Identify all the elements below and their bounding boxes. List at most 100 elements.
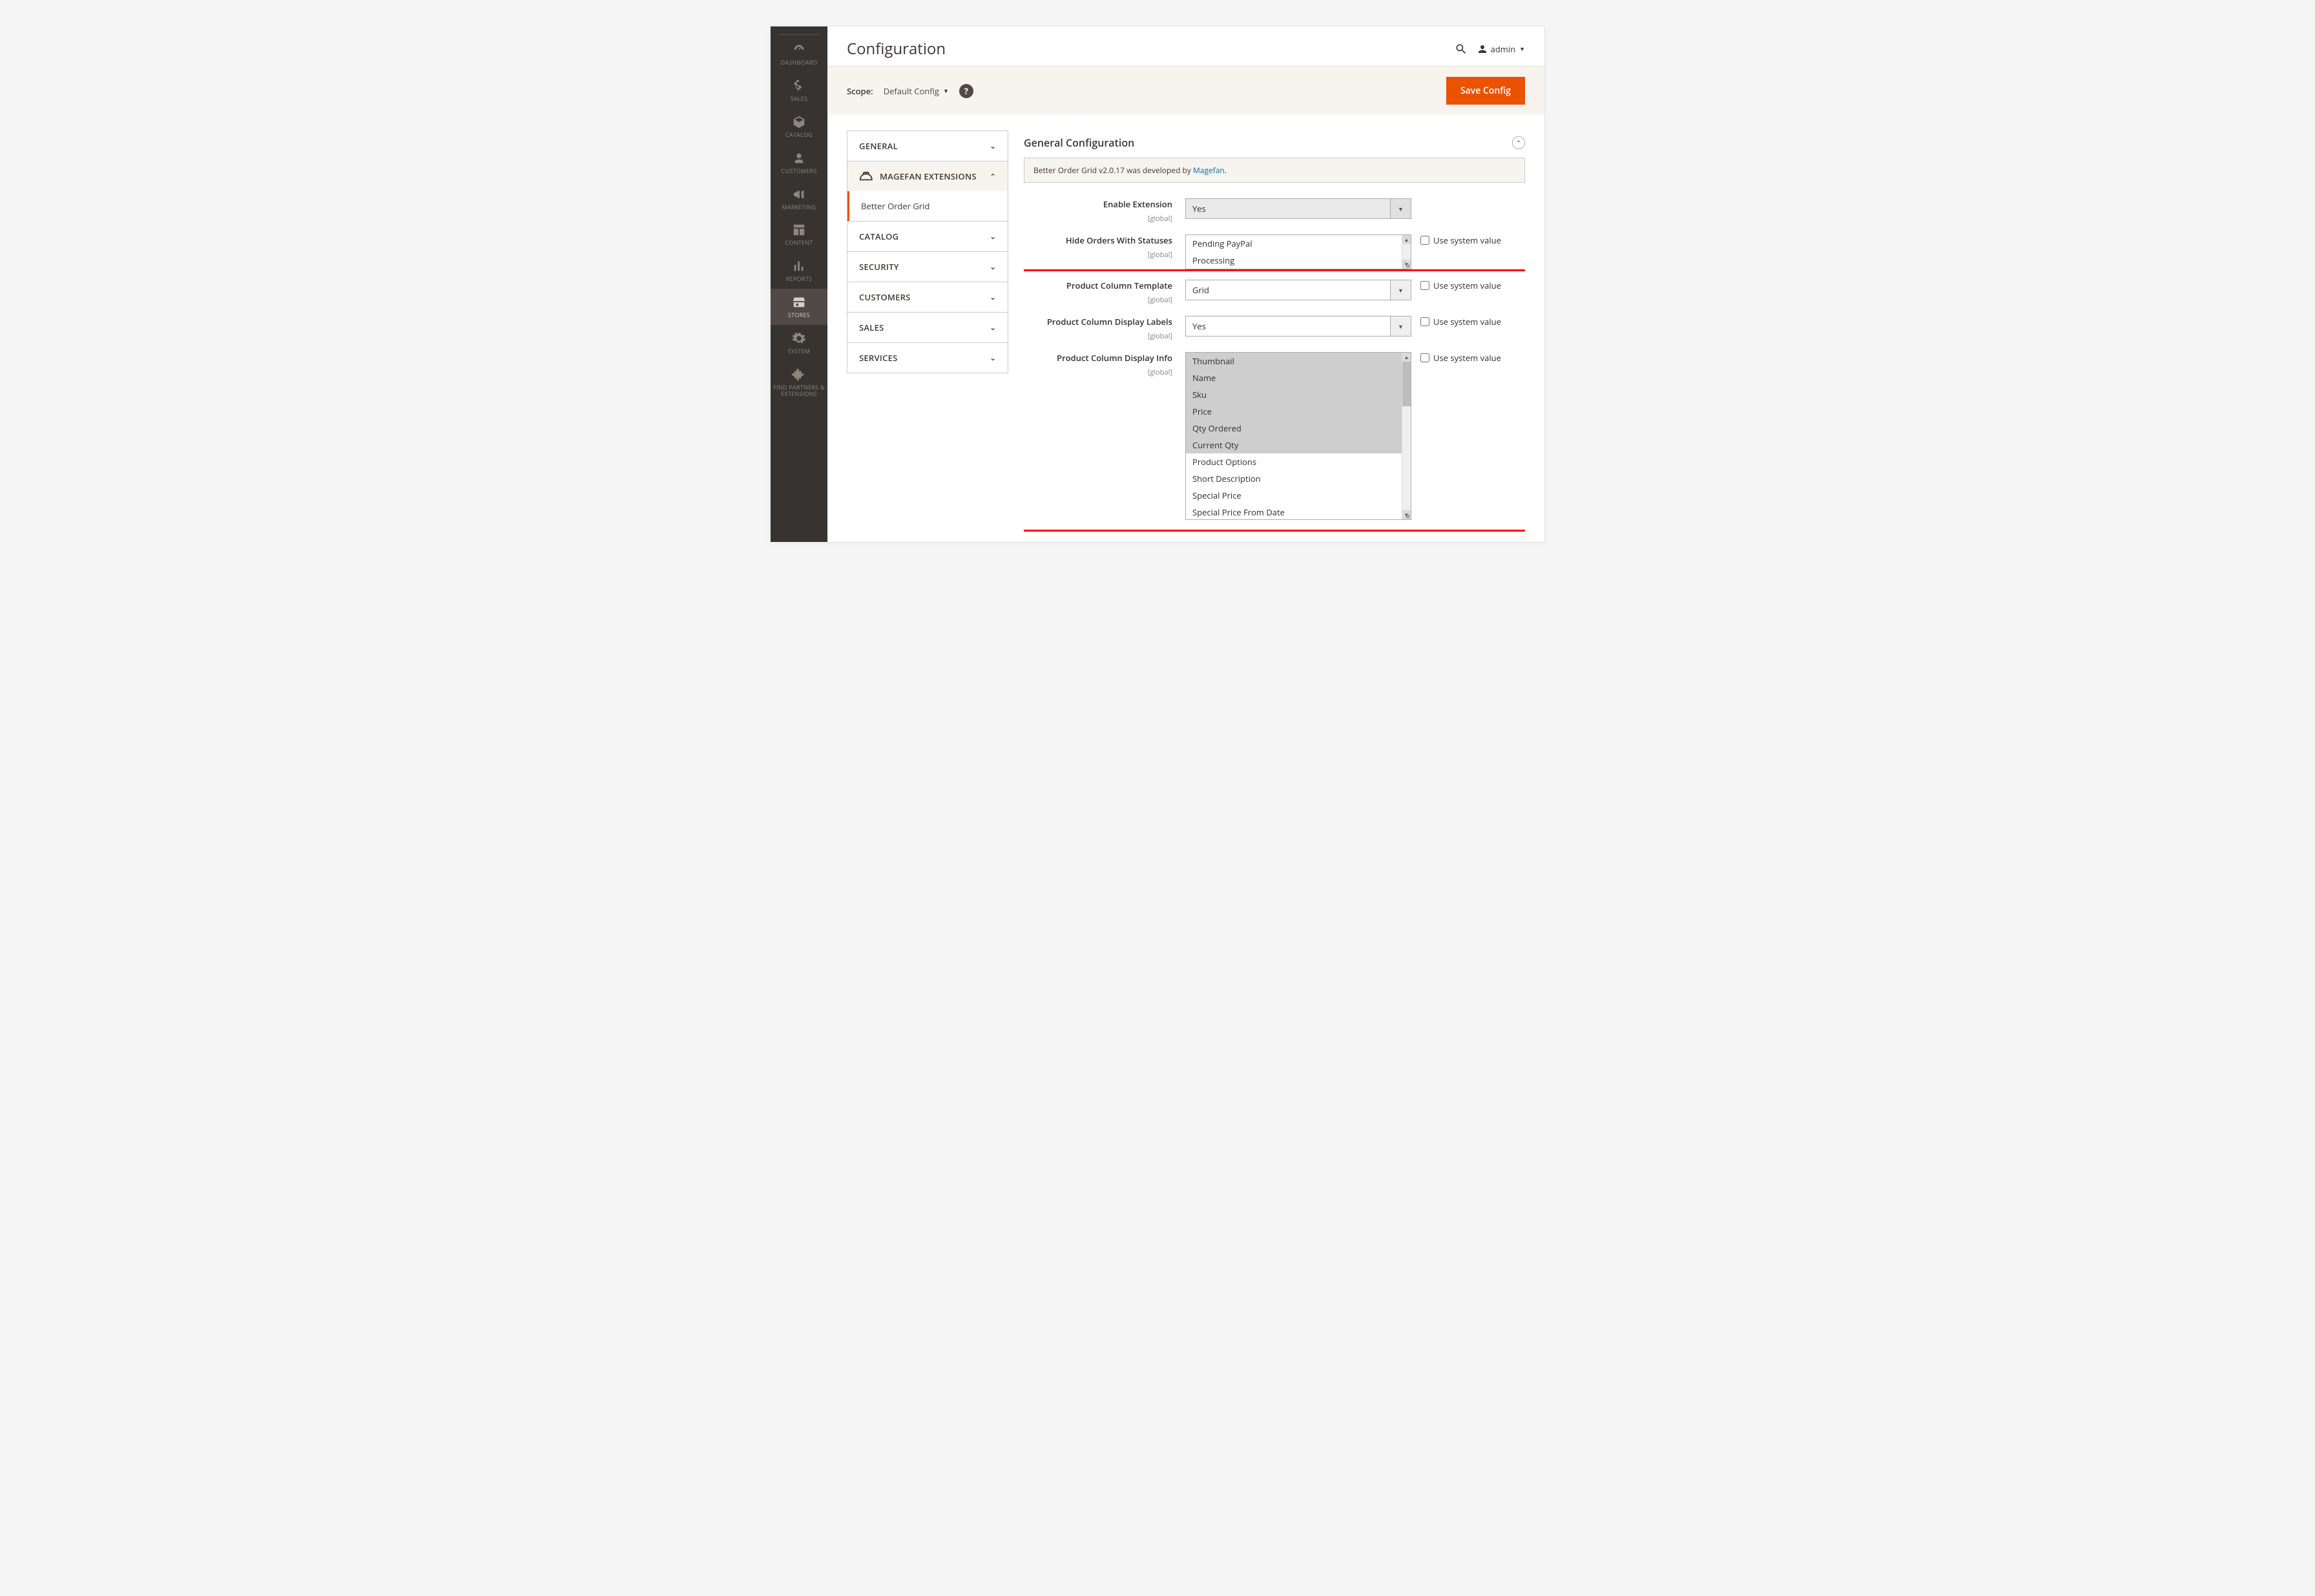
option[interactable]: Product Options [1186, 453, 1411, 470]
scope-toolbar: Scope: Default Config ▼ ? Save Config [827, 66, 1544, 115]
sidebar-label: CATALOG [785, 132, 813, 138]
config-nav-catalog[interactable]: CATALOG ⌄ [847, 222, 1008, 251]
product-column-display-info-multiselect[interactable]: ThumbnailNameSkuPriceQty OrderedCurrent … [1185, 352, 1411, 520]
sidebar-content[interactable]: CONTENT [771, 216, 827, 253]
caret-down-icon[interactable]: ▼ [943, 87, 949, 95]
system-checkbox[interactable] [1420, 236, 1429, 245]
magefan-logo-icon [859, 171, 873, 182]
config-panel: General Configuration ⌃ Better Order Gri… [1024, 130, 1525, 542]
dollar-icon [792, 79, 806, 93]
config-nav-magefan-extensions[interactable]: MAGEFAN EXTENSIONS⌃ [847, 161, 1008, 191]
config-nav-sub[interactable]: Better Order Grid [847, 191, 1008, 221]
field-label: Enable Extension [1024, 198, 1172, 210]
sidebar-label: SALES [791, 96, 808, 102]
product-column-display-labels-select[interactable]: Yes▼ [1185, 316, 1411, 337]
enable-extension-select[interactable]: Yes▼ [1185, 198, 1411, 219]
option[interactable]: Name [1186, 369, 1411, 386]
option[interactable]: Special Price From Date [1186, 504, 1411, 518]
sidebar-reports[interactable]: REPORTS [771, 253, 827, 289]
scope-label: Scope: [847, 85, 873, 97]
use-system-value[interactable]: Use system value [1411, 280, 1501, 291]
panel-title: General Configuration [1024, 136, 1512, 150]
use-system-value[interactable]: Use system value [1411, 316, 1501, 327]
scrollbar[interactable]: ▲▼ [1402, 353, 1411, 519]
scroll-up-icon[interactable]: ▲ [1402, 353, 1411, 362]
sidebar-label: CUSTOMERS [781, 168, 816, 174]
field-product-column-template: Product Column Template [global] Grid▼ Us… [1024, 275, 1525, 311]
scope-tag: [global] [1148, 295, 1172, 305]
option[interactable]: Processing [1186, 252, 1411, 269]
config-nav-customers[interactable]: CUSTOMERS⌄ [847, 282, 1008, 312]
chevron-down-icon: ⌄ [990, 323, 996, 333]
admin-sidebar: DASHBOARD SALES CATALOG CUSTOMERS MARKETINGC… [771, 26, 827, 542]
sidebar-label: SYSTEM [788, 348, 811, 355]
user-label: admin [1491, 43, 1515, 55]
sidebar-partners[interactable]: FIND PARTNERS & EXTENSIONS [771, 361, 827, 402]
sidebar-dashboard[interactable]: DASHBOARD [771, 36, 827, 72]
user-icon [1477, 43, 1488, 55]
field-product-column-display-labels: Product Column Display Labels[global] Ye… [1024, 311, 1525, 347]
highlighted-region: Product Column Template [global] Grid▼ Us… [1024, 275, 1525, 525]
collapse-button[interactable]: ⌃ [1512, 136, 1525, 149]
system-checkbox[interactable] [1420, 317, 1429, 326]
scope-tag: [global] [1148, 331, 1172, 341]
option[interactable]: Pending PayPal [1186, 235, 1411, 252]
field-enable-extension: Enable Extension [global] Yes▼ [1024, 193, 1525, 229]
option[interactable]: Special Price [1186, 487, 1411, 504]
sidebar-marketing[interactable]: MARKETING [771, 181, 827, 217]
use-system-value[interactable]: Use system value [1411, 352, 1501, 364]
option[interactable]: Sku [1186, 386, 1411, 403]
sidebar-sales[interactable]: SALES [771, 72, 827, 109]
option[interactable]: Price [1186, 403, 1411, 420]
chevron-down-icon: ⌄ [990, 232, 996, 242]
scope-help-button[interactable]: ? [959, 84, 973, 98]
box-icon [792, 115, 806, 129]
sidebar-system[interactable]: SYSTEM [771, 325, 827, 361]
sidebar-label: STORES [788, 312, 810, 318]
sidebar-catalog[interactable]: CATALOG [771, 109, 827, 145]
puzzle-icon [792, 368, 806, 382]
system-checkbox[interactable] [1420, 353, 1429, 362]
config-nav-general[interactable]: GENERAL⌄ [847, 131, 1008, 161]
system-label: Use system value [1433, 234, 1501, 246]
use-system-value[interactable]: Use system value [1411, 234, 1501, 246]
magefan-link[interactable]: Magefan [1193, 165, 1225, 176]
config-nav-security[interactable]: SECURITY⌄ [847, 252, 1008, 282]
scope-tag: [global] [1148, 214, 1172, 223]
layout-icon [792, 223, 806, 237]
system-label: Use system value [1433, 352, 1501, 364]
gear-icon [792, 331, 806, 346]
field-product-column-display-info: Product Column Display Info[global] Thum… [1024, 347, 1525, 525]
sidebar-stores[interactable]: STORES [771, 289, 827, 325]
option[interactable]: Current Qty [1186, 437, 1411, 453]
scope-selector[interactable]: Default Config [884, 85, 939, 97]
config-nav-sales[interactable]: SALES⌄ [847, 313, 1008, 342]
hide-orders-multiselect[interactable]: Pending PayPal Processing ▲▼ [1185, 234, 1411, 269]
option[interactable]: Qty Ordered [1186, 420, 1411, 437]
system-checkbox[interactable] [1420, 281, 1429, 290]
chevron-down-icon: ⌄ [990, 262, 996, 272]
search-button[interactable] [1455, 43, 1468, 56]
save-config-button[interactable]: Save Config [1446, 77, 1525, 105]
option[interactable]: Short Description [1186, 470, 1411, 487]
person-icon [792, 151, 806, 165]
developer-note: Better Order Grid v2.0.17 was developed … [1024, 158, 1525, 183]
option[interactable]: Thumbnail [1186, 353, 1411, 369]
scope-tag: [global] [1148, 368, 1172, 377]
resize-handle[interactable] [1404, 513, 1411, 519]
user-menu[interactable]: admin ▼ [1477, 43, 1525, 55]
product-column-template-select[interactable]: Grid▼ [1185, 280, 1411, 300]
nav-group-label: MAGEFAN EXTENSIONS [880, 171, 990, 182]
config-nav-services[interactable]: SERVICES⌄ [847, 343, 1008, 373]
config-nav: GENERAL⌄MAGEFAN EXTENSIONS⌃Better Order … [847, 130, 1008, 542]
page-header: Configuration admin ▼ [827, 26, 1544, 66]
scroll-up-icon[interactable]: ▲ [1402, 235, 1411, 244]
note-text: Better Order Grid v2.0.17 was developed … [1033, 165, 1193, 176]
chevron-down-icon: ⌄ [990, 353, 996, 363]
megaphone-icon [792, 187, 806, 202]
sidebar-customers[interactable]: CUSTOMERS [771, 145, 827, 181]
nav-group-label: CATALOG [859, 231, 898, 242]
sidebar-label: FIND PARTNERS & EXTENSIONS [771, 384, 827, 397]
resize-handle[interactable] [1404, 262, 1411, 269]
field-label: Product Column Template [1024, 280, 1172, 291]
